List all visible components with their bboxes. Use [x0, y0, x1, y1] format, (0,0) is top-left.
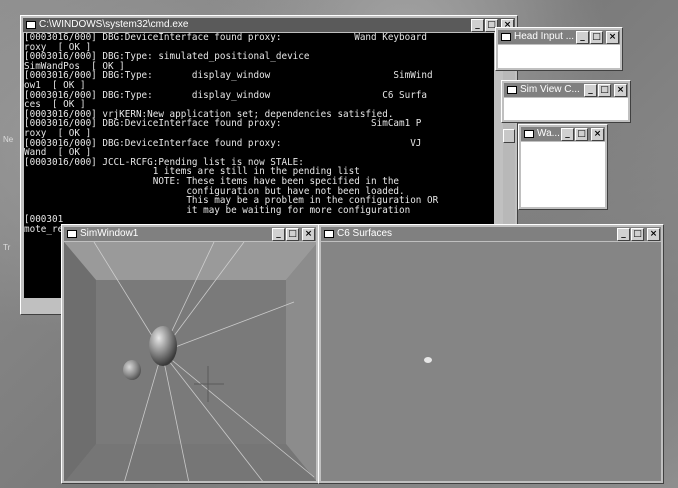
large-sphere — [149, 326, 177, 366]
cmd-titlebar[interactable]: C:\WINDOWS\system32\cmd.exe _ □ × — [23, 18, 515, 32]
console-line: [0003016/000] DBG:DeviceInterface found … — [24, 118, 422, 130]
head-input-client[interactable] — [498, 45, 620, 68]
c6-surfaces-viewport[interactable] — [321, 242, 661, 481]
scroll-thumb[interactable] — [503, 129, 515, 143]
maximize-button[interactable]: □ — [286, 228, 299, 241]
console-line: it may be waiting for more configuration — [24, 204, 411, 216]
window-icon — [501, 32, 511, 41]
sim-view-window[interactable]: Sim View C... _ □ × — [501, 80, 631, 123]
close-button[interactable]: × — [647, 228, 660, 241]
c6-surfaces-window[interactable]: C6 Surfaces _ □ × — [318, 224, 664, 484]
minimize-button[interactable]: _ — [576, 31, 589, 44]
close-button[interactable]: × — [614, 84, 627, 97]
wand-title: Wa... — [537, 128, 560, 139]
wand-client[interactable] — [521, 142, 605, 207]
window-icon — [324, 229, 334, 238]
c6-surfaces-titlebar[interactable]: C6 Surfaces _ □ × — [321, 227, 661, 241]
sim-view-title: Sim View C... — [520, 84, 580, 95]
sim-view-titlebar[interactable]: Sim View C... _ □ × — [504, 83, 628, 97]
maximize-button[interactable]: □ — [590, 31, 603, 44]
cmd-title: C:\WINDOWS\system32\cmd.exe — [39, 19, 189, 30]
head-input-title: Head Input ... — [514, 31, 575, 42]
console-line: [0003016/000] DBG:DeviceInterface found … — [24, 33, 427, 43]
floor-plane — [65, 444, 316, 481]
console-line: [0003016/000] DBG:DeviceInterface found … — [24, 137, 422, 149]
wand-titlebar[interactable]: Wa... _ □ × — [521, 127, 605, 141]
3d-scene — [424, 357, 432, 363]
close-button[interactable]: × — [302, 228, 315, 241]
console-icon — [26, 20, 36, 29]
window-icon — [67, 229, 77, 238]
minimize-button[interactable]: _ — [617, 228, 630, 241]
sim-window1[interactable]: SimWindow1 _ □ × — [61, 224, 319, 484]
sim-window1-titlebar[interactable]: SimWindow1 _ □ × — [64, 227, 316, 241]
maximize-button[interactable]: □ — [575, 128, 588, 141]
right-wall — [286, 244, 316, 481]
console-line: [0003016/000] DBG:Type: display_window C… — [24, 89, 427, 101]
ceiling-plane — [64, 242, 316, 280]
back-wall — [96, 280, 286, 444]
c6-surfaces-title: C6 Surfaces — [337, 228, 393, 239]
desktop-icon-label[interactable]: Ne — [3, 135, 13, 144]
console-line: [0003016/000] DBG:Type: display_window S… — [24, 70, 433, 82]
left-wall — [64, 242, 96, 481]
minimize-button[interactable]: _ — [561, 128, 574, 141]
sim-view-client[interactable] — [504, 98, 628, 120]
minimize-button[interactable]: _ — [471, 19, 484, 32]
wand-window[interactable]: Wa... _ □ × — [518, 124, 608, 210]
small-sphere — [123, 360, 141, 380]
maximize-button[interactable]: □ — [631, 228, 644, 241]
3d-scene — [64, 242, 316, 481]
sim-window1-title: SimWindow1 — [80, 228, 139, 239]
head-input-titlebar[interactable]: Head Input ... _ □ × — [498, 30, 620, 44]
close-button[interactable]: × — [606, 31, 619, 44]
wand-dot — [424, 357, 432, 363]
desktop-icon-label[interactable]: Tr — [3, 243, 10, 252]
window-icon — [507, 85, 517, 94]
maximize-button[interactable]: □ — [598, 84, 611, 97]
minimize-button[interactable]: _ — [272, 228, 285, 241]
head-input-window[interactable]: Head Input ... _ □ × — [495, 27, 623, 71]
minimize-button[interactable]: _ — [584, 84, 597, 97]
close-button[interactable]: × — [591, 128, 604, 141]
sim-window1-viewport[interactable] — [64, 242, 316, 481]
window-icon — [524, 129, 534, 138]
